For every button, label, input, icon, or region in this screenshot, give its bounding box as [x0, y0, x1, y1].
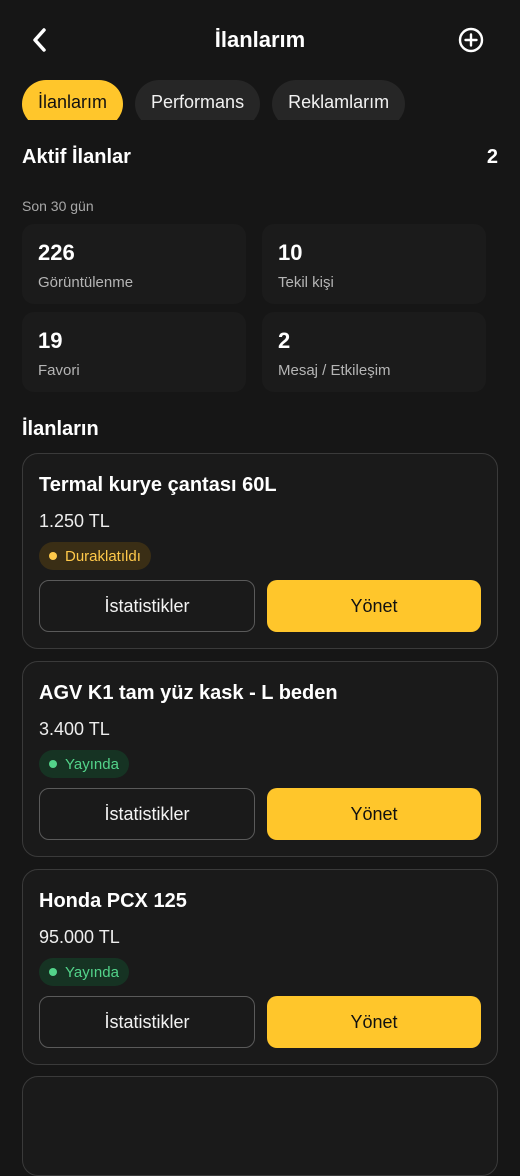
stat-value: 226: [38, 240, 75, 265]
active-listings-summary: Aktif İlanlar 2: [22, 146, 498, 169]
manage-button[interactable]: Yönet: [267, 996, 481, 1048]
back-button[interactable]: [24, 24, 56, 56]
listings-section-title: İlanların: [22, 418, 99, 440]
listing-price: 3.400 TL: [39, 719, 110, 739]
page-title: İlanlarım: [214, 27, 306, 52]
stat-label: Favori: [38, 362, 80, 379]
statistics-button[interactable]: İstatistikler: [39, 580, 255, 632]
tab-bar: İlanlarım Performans Reklamlarım: [22, 80, 406, 120]
status-dot-icon: [49, 760, 57, 768]
tab-ilanlarim[interactable]: İlanlarım: [22, 80, 124, 120]
listing-actions: İstatistikler Yönet: [39, 788, 481, 840]
stat-favorites: 19 Favori: [22, 312, 246, 392]
stat-views: 226 Görüntülenme: [22, 224, 246, 304]
listing-price: 95.000 TL: [39, 927, 120, 947]
listing-actions: İstatistikler Yönet: [39, 996, 481, 1048]
listing-name: AGV K1 tam yüz kask - L beden: [39, 682, 338, 704]
stat-value: 19: [38, 328, 63, 353]
listing-card: AGV K1 tam yüz kask - L beden 3.400 TL Y…: [22, 661, 498, 857]
listing-card: Honda PCX 125 95.000 TL Yayında İstatist…: [22, 869, 498, 1065]
listing-actions: İstatistikler Yönet: [39, 580, 481, 632]
listing-card: Termal kurye çantası 60L 1.250 TL Durakl…: [22, 453, 498, 649]
plus-circle-icon: [458, 27, 484, 53]
stat-label: Tekil kişi: [278, 274, 334, 291]
active-listings-count: 2: [486, 146, 498, 168]
status-badge: Yayında: [39, 958, 129, 986]
stat-label: Görüntülenme: [38, 274, 134, 291]
status-badge: Duraklatıldı: [39, 542, 151, 570]
listing-card-partial: [22, 1076, 498, 1176]
manage-button[interactable]: Yönet: [267, 580, 481, 632]
listing-name: Termal kurye çantası 60L: [39, 474, 277, 496]
status-label: Yayında: [65, 963, 119, 981]
status-badge: Yayında: [39, 750, 129, 778]
listing-price: 1.250 TL: [39, 511, 110, 531]
period-label: Son 30 gün: [22, 198, 94, 214]
statistics-button[interactable]: İstatistikler: [39, 788, 255, 840]
status-label: Yayında: [65, 755, 119, 773]
chevron-left-icon: [33, 28, 46, 52]
tab-performans[interactable]: Performans: [135, 80, 261, 120]
tab-reklamlarim[interactable]: Reklamlarım: [272, 80, 406, 120]
app-header: İlanlarım: [0, 0, 520, 80]
status-dot-icon: [49, 552, 57, 560]
manage-button[interactable]: Yönet: [267, 788, 481, 840]
stat-label: Mesaj / Etkileşim: [278, 362, 391, 379]
add-listing-button[interactable]: [458, 27, 484, 53]
listing-name: Honda PCX 125: [39, 890, 187, 912]
stats-grid: 226 Görüntülenme 10 Tekil kişi 19 Favori…: [22, 224, 498, 400]
active-listings-title: Aktif İlanlar: [22, 146, 131, 168]
stat-value: 10: [278, 240, 303, 265]
status-dot-icon: [49, 968, 57, 976]
stat-unique-people: 10 Tekil kişi: [262, 224, 486, 304]
stat-value: 2: [278, 328, 291, 353]
status-label: Duraklatıldı: [65, 547, 141, 565]
stat-messages: 2 Mesaj / Etkileşim: [262, 312, 486, 392]
statistics-button[interactable]: İstatistikler: [39, 996, 255, 1048]
